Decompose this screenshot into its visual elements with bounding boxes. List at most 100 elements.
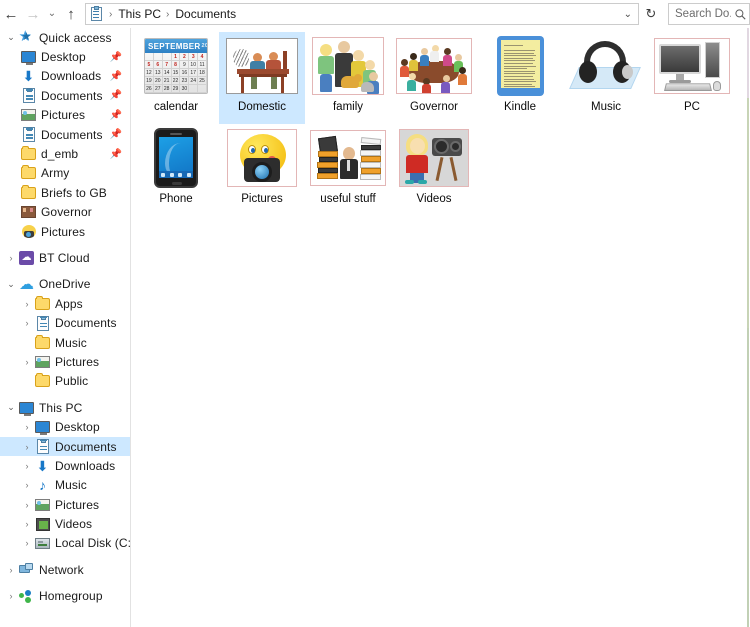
breadcrumb-this-pc[interactable]: This PC: [116, 7, 163, 21]
sidebar-item-desktop[interactable]: Desktop 📌: [0, 47, 130, 66]
sidebar-item-pc-documents[interactable]: › Documents: [0, 436, 130, 457]
chevron-right-icon[interactable]: ›: [20, 318, 34, 328]
sidebar-item-d-emb[interactable]: d_emb 📌: [0, 144, 130, 163]
address-bar[interactable]: › This PC › Documents ⌄: [85, 3, 639, 25]
sidebar-label: Army: [41, 166, 70, 181]
sidebar-item-pc-downloads[interactable]: › ⬇ Downloads: [0, 456, 130, 475]
chevron-right-icon[interactable]: ›: [20, 357, 34, 367]
navigation-pane[interactable]: ⌄ Quick access Desktop 📌 ⬇ Downloads 📌 D…: [0, 28, 130, 627]
pin-icon[interactable]: 📌: [110, 52, 122, 63]
sidebar-item-documents[interactable]: Documents 📌: [0, 86, 130, 105]
pin-icon[interactable]: 📌: [110, 129, 122, 140]
file-item-calendar[interactable]: SEPTEMBER 2016 xxx1234 567891011 1213141…: [133, 32, 219, 124]
file-item-pictures[interactable]: Pictures: [219, 124, 305, 216]
sidebar-item-network[interactable]: › Network: [0, 560, 130, 579]
refresh-button[interactable]: ↻: [640, 2, 662, 26]
breadcrumb-separator-1[interactable]: ›: [163, 9, 173, 20]
sidebar-item-pc-videos[interactable]: › Videos: [0, 514, 130, 533]
icon-grid: SEPTEMBER 2016 xxx1234 567891011 1213141…: [131, 28, 749, 216]
sidebar-item-quick-access[interactable]: ⌄ Quick access: [0, 28, 130, 47]
file-item-label: Videos: [416, 193, 452, 205]
forward-button[interactable]: →: [22, 2, 44, 26]
sidebar-item-downloads[interactable]: ⬇ Downloads 📌: [0, 67, 130, 86]
sidebar-label: Music: [55, 335, 87, 350]
sidebar-item-documents-2[interactable]: Documents 📌: [0, 125, 130, 144]
up-button[interactable]: ↑: [60, 2, 82, 26]
chevron-right-icon[interactable]: ›: [4, 253, 18, 263]
family-thumbnail: [309, 35, 387, 97]
chevron-right-icon[interactable]: ›: [20, 461, 34, 471]
sidebar-item-army[interactable]: Army: [0, 164, 130, 183]
file-item-label: useful stuff: [320, 193, 376, 205]
chevron-down-icon[interactable]: ⌄: [618, 9, 638, 20]
chevron-right-icon[interactable]: ›: [4, 565, 18, 575]
pin-icon[interactable]: 📌: [110, 149, 122, 160]
music-note-icon: ♪: [39, 477, 46, 494]
sidebar-item-onedrive-public[interactable]: › Public: [0, 372, 130, 391]
pin-icon[interactable]: 📌: [110, 110, 122, 121]
chevron-right-icon[interactable]: ›: [20, 519, 34, 529]
file-item-useful-stuff[interactable]: useful stuff: [305, 124, 391, 216]
breadcrumb-documents[interactable]: Documents: [173, 7, 238, 21]
back-button[interactable]: ←: [0, 2, 22, 26]
sidebar-item-onedrive-apps[interactable]: › Apps: [0, 294, 130, 313]
recent-locations-button[interactable]: ⌄: [44, 2, 60, 26]
file-item-family[interactable]: family: [305, 32, 391, 124]
calendar-header: SEPTEMBER 2016: [145, 39, 207, 53]
sidebar-item-onedrive-pictures[interactable]: › Pictures: [0, 352, 130, 371]
sidebar-label: Downloads: [55, 458, 116, 473]
sidebar-item-local-disk-c[interactable]: › Local Disk (C:): [0, 534, 131, 553]
file-item-label: calendar: [153, 101, 199, 113]
pin-icon[interactable]: 📌: [110, 90, 122, 101]
sidebar-item-onedrive[interactable]: ⌄ ☁ OneDrive: [0, 275, 130, 294]
chevron-right-icon[interactable]: ›: [20, 538, 34, 548]
smiley-camera-art: [227, 129, 297, 187]
picture-icon: [20, 107, 37, 123]
chevron-down-icon[interactable]: ⌄: [4, 279, 18, 290]
sidebar-item-bt-cloud[interactable]: › ☁ BT Cloud: [0, 248, 130, 267]
file-item-music[interactable]: Music: [563, 32, 649, 124]
file-item-kindle[interactable]: Kindle: [477, 32, 563, 124]
calendar-year: 2016: [201, 43, 208, 49]
file-item-pc[interactable]: PC: [649, 32, 735, 124]
search-input[interactable]: Search Do...: [669, 8, 731, 20]
sidebar-item-onedrive-documents[interactable]: › Documents: [0, 313, 130, 332]
videos-thumbnail: [395, 127, 473, 189]
search-icon[interactable]: [731, 8, 749, 20]
items-view[interactable]: SEPTEMBER 2016 xxx1234 567891011 1213141…: [131, 28, 749, 627]
calendar-art: SEPTEMBER 2016 xxx1234 567891011 1213141…: [144, 38, 208, 94]
chevron-right-icon[interactable]: ›: [20, 480, 34, 490]
chevron-right-icon[interactable]: ›: [20, 500, 34, 510]
chevron-down-icon[interactable]: ⌄: [4, 402, 18, 413]
sidebar-item-pc-desktop[interactable]: › Desktop: [0, 417, 130, 436]
file-item-videos[interactable]: Videos: [391, 124, 477, 216]
sidebar-item-pc-pictures[interactable]: › Pictures: [0, 495, 130, 514]
kindle-screen: [500, 40, 540, 88]
chevron-right-icon[interactable]: ›: [20, 442, 34, 452]
sidebar-item-this-pc[interactable]: ⌄ This PC: [0, 398, 130, 417]
file-item-domestic[interactable]: Domestic: [219, 32, 305, 124]
sidebar-item-homegroup[interactable]: › Homegroup: [0, 587, 130, 606]
chevron-right-icon[interactable]: ›: [20, 299, 34, 309]
pc-thumbnail: [653, 35, 731, 97]
chevron-down-icon[interactable]: ⌄: [4, 32, 18, 43]
chevron-right-icon[interactable]: ›: [4, 591, 18, 601]
sidebar-item-briefs-to-gb[interactable]: Briefs to GB: [0, 183, 130, 202]
file-item-governor[interactable]: Governor: [391, 32, 477, 124]
folder-icon: [34, 334, 51, 351]
domestic-art: [226, 38, 298, 94]
breadcrumb-separator-0[interactable]: ›: [106, 9, 116, 20]
sidebar-label: Quick access: [39, 30, 112, 45]
file-item-label: Pictures: [241, 193, 283, 205]
sidebar-item-onedrive-music[interactable]: › Music: [0, 333, 130, 352]
sidebar-label: Briefs to GB: [41, 185, 107, 200]
sidebar-item-pictures-custom[interactable]: Pictures: [0, 222, 130, 241]
sidebar-label: Governor: [41, 205, 92, 220]
sidebar-item-governor[interactable]: Governor: [0, 203, 130, 222]
pin-icon[interactable]: 📌: [110, 71, 122, 82]
search-box[interactable]: Search Do...: [668, 3, 750, 25]
file-item-phone[interactable]: Phone: [133, 124, 219, 216]
sidebar-item-pc-music[interactable]: › ♪ Music: [0, 476, 130, 495]
chevron-right-icon[interactable]: ›: [20, 422, 34, 432]
sidebar-item-pictures[interactable]: Pictures 📌: [0, 106, 130, 125]
